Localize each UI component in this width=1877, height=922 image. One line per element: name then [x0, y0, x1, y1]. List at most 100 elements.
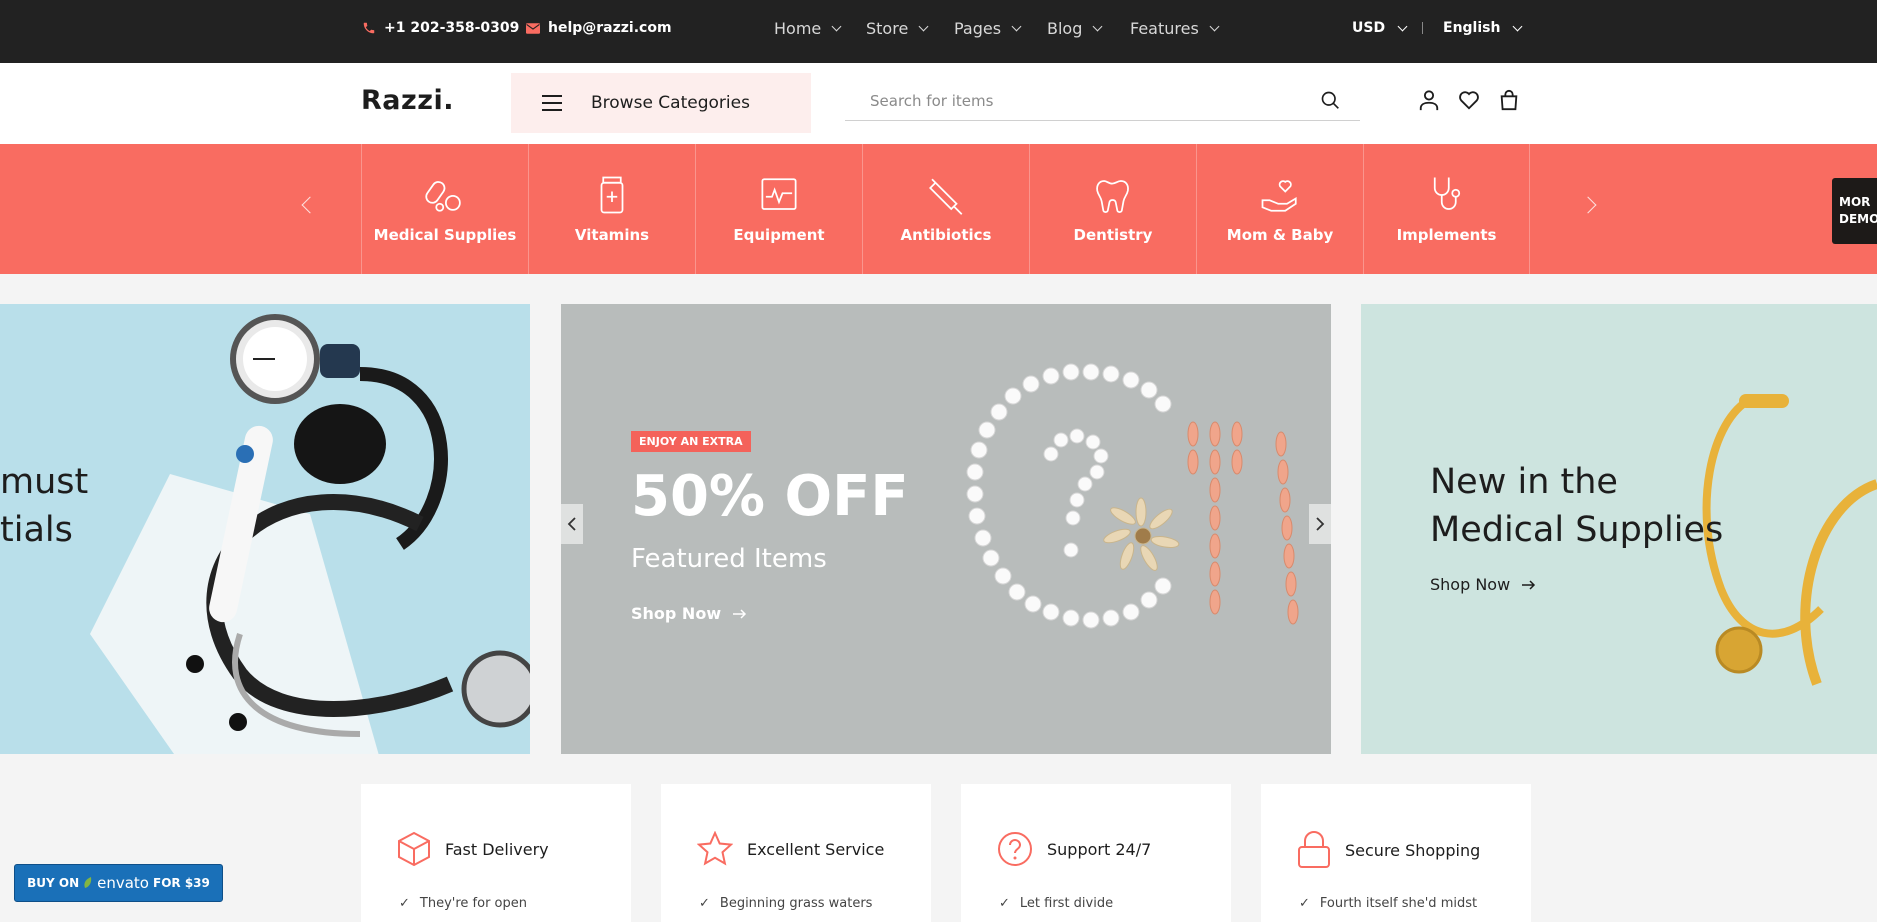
chevron-down-icon: [1209, 21, 1220, 31]
category-mom-baby[interactable]: Mom & Baby: [1196, 144, 1363, 274]
user-icon[interactable]: [1418, 89, 1440, 111]
monitor-icon: [761, 178, 797, 210]
feature-card-service: Excellent Service ✓ Beginning grass water…: [661, 784, 931, 922]
arrow-right-icon: [1522, 579, 1536, 590]
more-demos-line1: MOR: [1839, 195, 1871, 209]
banner-right[interactable]: New in the Medical Supplies Shop Now: [1361, 304, 1877, 754]
banner-center[interactable]: ENJOY AN EXTRA 50% OFF Featured Items Sh…: [561, 304, 1331, 754]
envato-leaf-icon: [84, 877, 92, 888]
feature-text: Fourth itself she'd midst: [1319, 896, 1478, 911]
divider: [1422, 22, 1423, 34]
heart-hand-icon: [1261, 180, 1297, 212]
category-label: Vitamins: [574, 226, 650, 244]
top-bar: +1 202-358-0309 help@razzi.com Home Stor…: [0, 0, 1877, 63]
star-icon: [697, 831, 733, 866]
currency-label: USD: [1352, 20, 1386, 36]
chevron-down-icon: [918, 21, 929, 31]
promo-subtitle: Featured Items: [631, 544, 827, 574]
category-antibiotics[interactable]: Antibiotics: [862, 144, 1029, 274]
banner-right-title: New in the Medical Supplies: [1430, 458, 1723, 554]
category-label: Implements: [1396, 226, 1497, 244]
nav-pages-label: Pages: [954, 18, 1002, 38]
chevron-down-icon: [1513, 21, 1523, 31]
category-label: Medical Supplies: [373, 226, 517, 244]
more-demos-line2: DEMO: [1839, 212, 1877, 226]
language-selector[interactable]: English: [1443, 0, 1523, 56]
banner-left-line2: tials: [0, 510, 73, 550]
shop-now-label: Shop Now: [1430, 575, 1511, 594]
browse-categories-button[interactable]: Browse Categories: [511, 73, 811, 133]
search-input[interactable]: [845, 91, 1305, 110]
chevron-right-icon: [1316, 517, 1325, 531]
shop-now-link[interactable]: Shop Now: [1430, 575, 1536, 594]
email-address: help@razzi.com: [548, 20, 672, 36]
check-icon: ✓: [1299, 896, 1310, 911]
nav-store[interactable]: Store: [866, 0, 929, 56]
chevron-down-icon: [831, 21, 842, 31]
language-label: English: [1443, 20, 1501, 36]
browse-categories-label: Browse Categories: [591, 93, 750, 113]
pills-fork-knife-image: [966, 363, 1299, 629]
nav-features-label: Features: [1130, 18, 1199, 38]
mail-icon: [526, 22, 540, 34]
category-vitamins[interactable]: Vitamins: [528, 144, 695, 274]
feature-title: Secure Shopping: [1345, 840, 1481, 860]
buy-on-envato-button[interactable]: BUY ON envato FOR $39: [14, 864, 223, 902]
feature-card-delivery: Fast Delivery ✓ They're for open: [361, 784, 631, 922]
feature-title: Support 24/7: [1047, 839, 1152, 859]
phone-contact[interactable]: +1 202-358-0309: [362, 0, 519, 56]
feature-text: Beginning grass waters: [719, 896, 873, 911]
banner-left-text: must tials: [0, 458, 88, 554]
logo[interactable]: Razzi.: [361, 85, 454, 116]
pills-icon: [425, 181, 461, 212]
check-icon: ✓: [399, 896, 410, 911]
syringe-icon: [929, 178, 963, 215]
phone-icon: [363, 22, 375, 34]
category-medical-supplies[interactable]: Medical Supplies: [361, 144, 528, 274]
question-icon: [998, 832, 1032, 866]
search-icon[interactable]: [1320, 90, 1340, 110]
category-label: Equipment: [733, 226, 825, 244]
search-bar: [845, 81, 1360, 121]
nav-blog[interactable]: Blog: [1047, 0, 1103, 56]
feature-title: Fast Delivery: [445, 839, 549, 859]
email-contact[interactable]: help@razzi.com: [526, 0, 672, 56]
chevron-down-icon: [1397, 21, 1408, 31]
chevron-left-icon[interactable]: [301, 196, 319, 214]
cart-bag-icon[interactable]: [1498, 89, 1520, 111]
more-demos-button[interactable]: MOR DEMO: [1832, 178, 1877, 244]
banner-right-line2: Medical Supplies: [1430, 510, 1724, 550]
vitamin-bottle-icon: [600, 176, 624, 214]
box-icon: [398, 831, 430, 867]
slider-next-button[interactable]: [1309, 504, 1331, 544]
nav-features[interactable]: Features: [1130, 0, 1220, 56]
lock-icon: [1298, 831, 1330, 868]
header-icons: [1418, 89, 1520, 111]
nav-home[interactable]: Home: [774, 0, 842, 56]
category-implements[interactable]: Implements: [1363, 144, 1530, 274]
nav-blog-label: Blog: [1047, 18, 1083, 38]
banner-left-line1: must: [0, 462, 89, 502]
banner-left[interactable]: must tials: [0, 304, 530, 754]
chevron-down-icon: [1092, 21, 1103, 31]
arrow-right-icon: [733, 608, 747, 619]
category-dentistry[interactable]: Dentistry: [1029, 144, 1196, 274]
currency-selector[interactable]: USD: [1352, 0, 1408, 56]
header: Razzi. Browse Categories: [0, 63, 1877, 144]
feature-title: Excellent Service: [747, 839, 885, 859]
nav-pages[interactable]: Pages: [954, 0, 1022, 56]
heart-icon[interactable]: [1458, 89, 1480, 111]
chevron-right-icon[interactable]: [1579, 196, 1597, 214]
chevron-left-icon: [567, 517, 576, 531]
shop-now-link[interactable]: Shop Now: [631, 604, 747, 623]
promo-headline: 50% OFF: [631, 464, 909, 529]
category-equipment[interactable]: Equipment: [695, 144, 862, 274]
category-label: Dentistry: [1073, 226, 1153, 244]
slider-prev-button[interactable]: [561, 504, 583, 544]
menu-icon: [542, 95, 562, 111]
stethoscope-icon: [1433, 177, 1460, 210]
feature-card-secure: Secure Shopping ✓ Fourth itself she'd mid…: [1261, 784, 1531, 922]
promo-tag: ENJOY AN EXTRA: [631, 431, 751, 452]
feature-text: Let first divide: [1019, 896, 1114, 911]
envato-brand: envato: [97, 874, 149, 892]
